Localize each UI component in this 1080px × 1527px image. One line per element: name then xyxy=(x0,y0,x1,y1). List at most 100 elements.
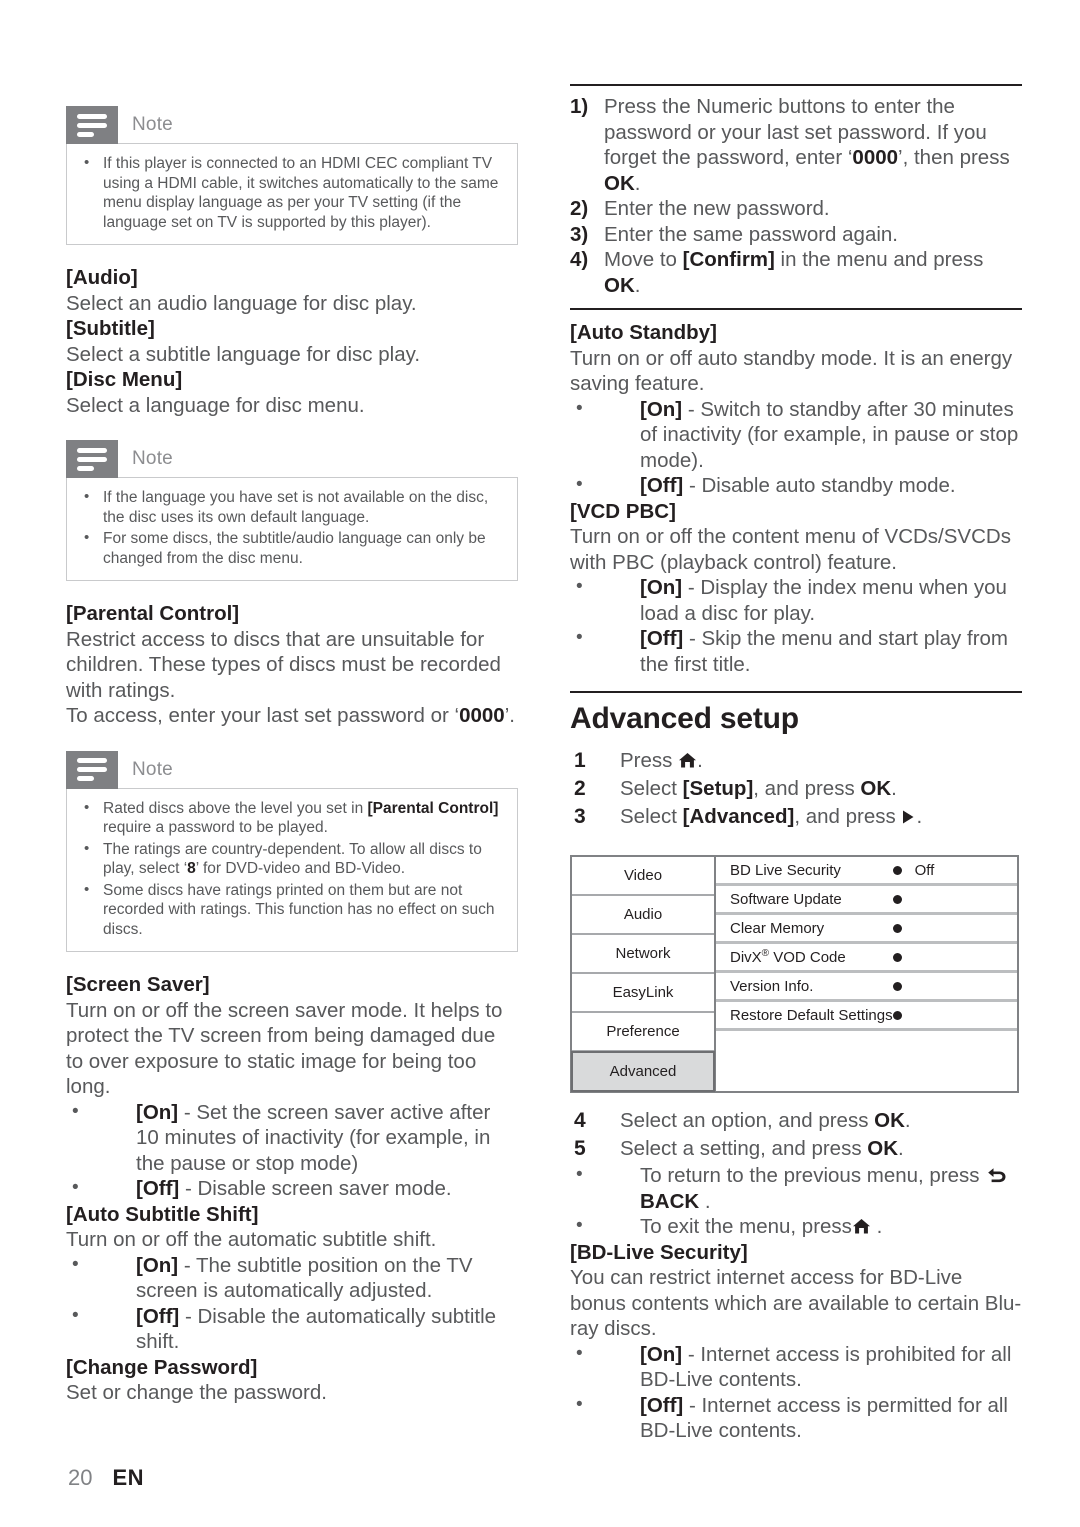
note-title: Note xyxy=(132,448,173,469)
text-disc-menu: Select a language for disc menu. xyxy=(66,393,365,417)
option-row-label: Version Info. xyxy=(730,977,814,995)
note-item-pre: Rated discs above the level you set in xyxy=(103,799,368,817)
options-bd-live-security: [On] - Internet access is prohibited for… xyxy=(570,1341,1022,1444)
option-row-restore-default-settings[interactable]: Restore Default Settings xyxy=(716,1002,1017,1031)
step-post: . xyxy=(904,1109,911,1132)
note-header: Note xyxy=(66,440,518,478)
option-row-version-info[interactable]: Version Info. xyxy=(716,973,1017,1002)
note-box-language: Note If the language you have set is not… xyxy=(66,440,518,581)
menu-item-easylink[interactable]: EasyLink xyxy=(572,974,714,1013)
advanced-step: 1 Press . xyxy=(570,747,1022,775)
option-item: [Off] - Skip the menu and start play fro… xyxy=(570,625,1022,677)
menu-item-video[interactable]: Video xyxy=(572,857,714,896)
option-desc: - The subtitle position on the TV screen… xyxy=(136,1253,473,1303)
option-row-bd-live-security[interactable]: BD Live Security Off xyxy=(716,857,1017,886)
menu-item-audio[interactable]: Audio xyxy=(572,896,714,935)
page-language: EN xyxy=(112,1465,145,1490)
note-icon xyxy=(66,440,118,478)
option-desc: - Disable the automatically subtitle shi… xyxy=(136,1304,497,1354)
right-column: 1) Press the Numeric buttons to enter the… xyxy=(570,84,1022,1444)
step-pre: Select a setting, and press xyxy=(620,1137,868,1160)
option-item: [On] - The subtitle position on the TV s… xyxy=(66,1252,518,1304)
option-item: [On] - Internet access is prohibited for… xyxy=(570,1341,1022,1393)
password-step: 1) Press the Numeric buttons to enter the… xyxy=(570,94,1022,196)
back-arrow-icon xyxy=(985,1166,1007,1184)
menu-item-preference[interactable]: Preference xyxy=(572,1013,714,1052)
note-item: Some discs have ratings printed on them … xyxy=(77,880,503,940)
note-icon xyxy=(66,106,118,144)
step-post: . xyxy=(697,749,703,772)
advanced-step: 4 Select an option, and press OK. xyxy=(570,1107,1022,1135)
step-number: 5 xyxy=(574,1137,586,1160)
password-steps-list: 1) Press the Numeric buttons to enter the… xyxy=(570,94,1022,298)
heading-auto-subtitle-shift: [Auto Subtitle Shift] xyxy=(66,1202,259,1226)
step-bold2: OK xyxy=(860,777,892,800)
text-audio: Select an audio language for disc play. xyxy=(66,291,417,315)
text-bd-live-security: You can restrict internet access for BD-… xyxy=(570,1266,1022,1340)
note-body: Rated discs above the level you set in [… xyxy=(66,787,518,952)
step-number: 1) xyxy=(570,95,589,118)
option-item: [On] - Display the index menu when you l… xyxy=(570,574,1022,626)
note-item: If the language you have set is not avai… xyxy=(77,487,503,527)
menu-item-label: Network xyxy=(615,945,671,962)
option-row-value xyxy=(892,981,1011,991)
note-box-hdmi: Note If this player is connected to an H… xyxy=(66,106,518,245)
step-bold: [Setup] xyxy=(682,777,754,800)
home-icon xyxy=(678,752,697,769)
heading-auto-standby: [Auto Standby] xyxy=(570,321,717,344)
option-desc: - Disable auto standby mode. xyxy=(683,474,956,497)
text-change-password: Set or change the password. xyxy=(66,1381,327,1404)
option-row-label: BD Live Security xyxy=(730,861,841,879)
option-item: [Off] - Internet access is permitted for… xyxy=(570,1392,1022,1444)
step-mid: in the menu and press xyxy=(774,248,984,271)
option-row-value xyxy=(892,894,1011,904)
option-item: [Off] - Disable auto standby mode. xyxy=(570,472,1022,499)
note-item-bold: 8 xyxy=(187,860,196,877)
menu-item-advanced[interactable]: Advanced xyxy=(571,1051,715,1092)
step-number: 3 xyxy=(574,805,586,828)
option-label: [On] xyxy=(640,397,683,421)
option-desc: - Skip the menu and start play from the … xyxy=(640,627,1008,676)
note-item: For some discs, the subtitle/audio langu… xyxy=(77,528,503,568)
step-bold: OK xyxy=(867,1137,899,1160)
step-pre: Select xyxy=(620,805,683,828)
menu-item-label: Advanced xyxy=(609,1063,677,1080)
step-mid: ’, then press xyxy=(898,146,1010,169)
heading-bd-live-security: [BD-Live Security] xyxy=(570,1240,748,1264)
option-label: [Off] xyxy=(640,627,684,650)
advanced-step: 2 Select [Setup], and press OK. xyxy=(570,775,1022,803)
step-bold2: OK xyxy=(604,171,635,195)
option-row-divx-vod-code[interactable]: DivX® VOD Code xyxy=(716,944,1017,973)
text-screen-saver: Turn on or off the screen saver mode. It… xyxy=(66,998,503,1099)
sub-bullet-post: . xyxy=(699,1189,711,1213)
option-label: [Off] xyxy=(640,1393,684,1417)
step-pre: Press xyxy=(620,749,679,772)
step-number: 3) xyxy=(570,222,589,246)
step-mid: , and press xyxy=(753,777,861,800)
option-row-software-update[interactable]: Software Update xyxy=(716,886,1017,915)
menu-item-network[interactable]: Network xyxy=(572,935,714,974)
text-auto-subtitle-shift: Turn on or off the automatic subtitle sh… xyxy=(66,1228,437,1251)
note-body: If the language you have set is not avai… xyxy=(66,477,518,581)
text-parental-control: Restrict access to discs that are unsuit… xyxy=(66,627,501,702)
note-header: Note xyxy=(66,106,518,144)
bullet-dot-icon xyxy=(892,1010,902,1020)
note-body: If this player is connected to an HDMI C… xyxy=(66,143,518,245)
option-desc: - Display the index menu when you load a… xyxy=(640,576,1007,625)
step-bold: OK xyxy=(874,1109,905,1132)
step-post: . xyxy=(634,273,641,297)
options-auto-standby: [On] - Switch to standby after 30 minute… xyxy=(570,396,1022,499)
registered-mark-icon: ® xyxy=(761,947,770,959)
option-label: [Off] xyxy=(136,1177,180,1200)
heading-disc-menu: [Disc Menu] xyxy=(66,368,183,391)
note-item: The ratings are country-dependent. To al… xyxy=(77,839,503,879)
option-row-clear-memory[interactable]: Clear Memory xyxy=(716,915,1017,944)
menu-item-label: EasyLink xyxy=(612,984,674,1001)
option-desc: - Switch to standby after 30 minutes of … xyxy=(640,397,1019,472)
heading-change-password: [Change Password] xyxy=(66,1355,258,1379)
heading-parental-control: [Parental Control] xyxy=(66,602,240,625)
option-label: [On] xyxy=(136,1100,179,1124)
option-row-value xyxy=(892,923,1011,933)
step-bold2: OK xyxy=(604,273,635,297)
sub-bullet-post: . xyxy=(870,1215,883,1238)
